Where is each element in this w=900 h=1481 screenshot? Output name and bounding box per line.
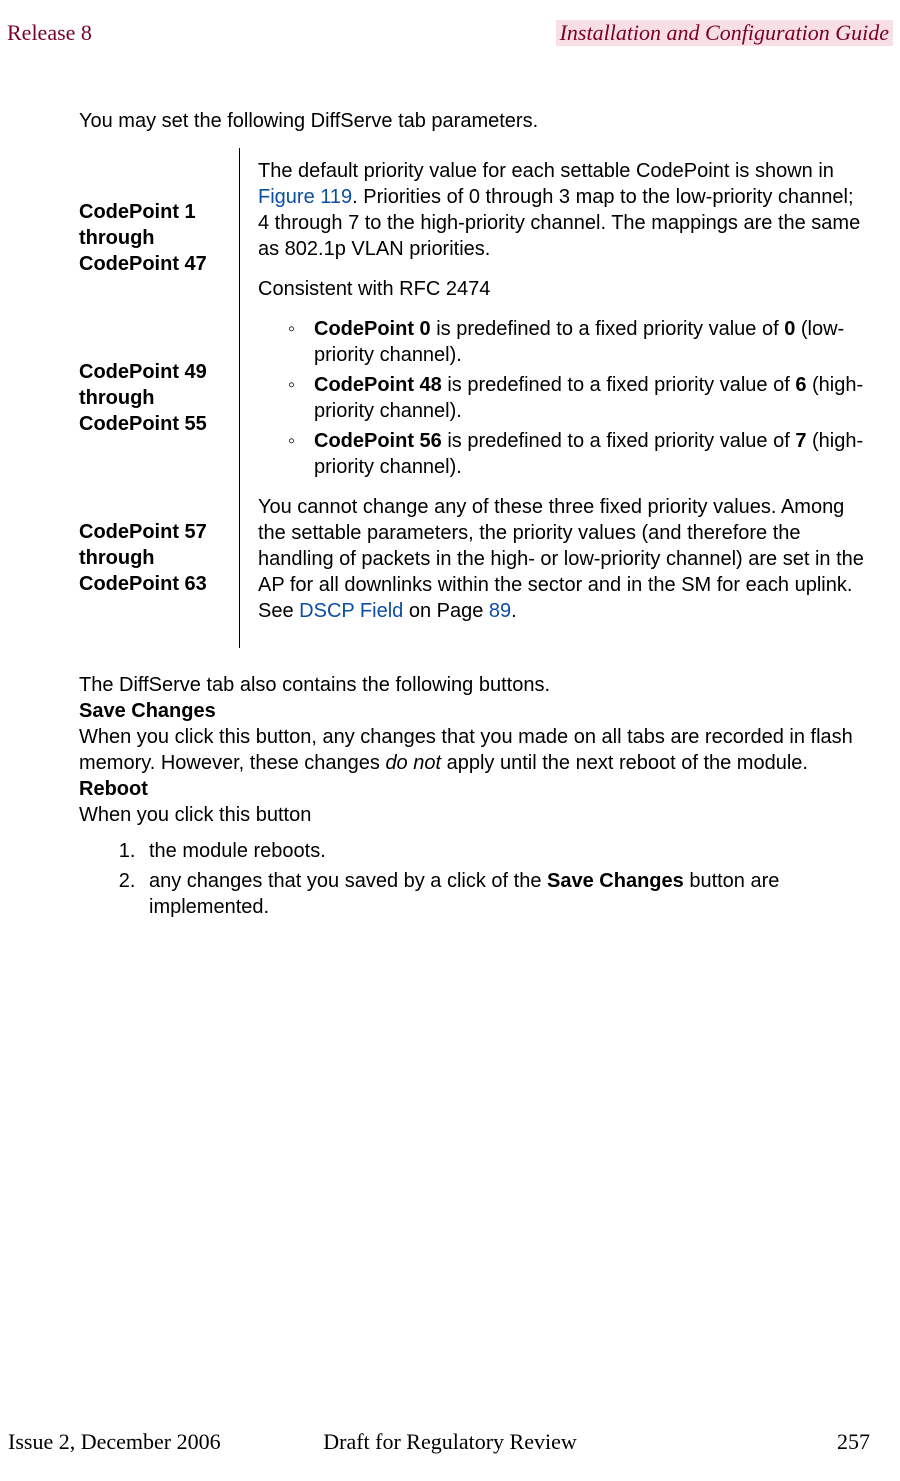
header-release: Release 8 (7, 20, 92, 46)
codepoint-range-3: CodePoint 57 through CodePoint 63 (79, 519, 231, 597)
footer-page-number: 257 (837, 1429, 870, 1455)
reboot-heading: Reboot (79, 776, 867, 802)
text: is predefined to a fixed priority value … (431, 318, 785, 340)
codepoint-value: 0 (784, 318, 795, 340)
header-guide-title: Installation and Configuration Guide (556, 20, 893, 46)
footer-draft-label: Draft for Regulatory Review (323, 1429, 577, 1455)
codepoint-desc-p3: You cannot change any of these three fix… (258, 494, 867, 624)
list-item: the module reboots. (141, 838, 867, 864)
page-footer: Issue 2, December 2006 Draft for Regulat… (0, 1429, 900, 1455)
text: is predefined to a fixed priority value … (442, 430, 796, 452)
page-link[interactable]: 89 (489, 600, 511, 622)
page-header: Release 8 Installation and Configuration… (0, 0, 900, 48)
text: any changes that you saved by a click of… (149, 870, 547, 892)
save-changes-heading: Save Changes (79, 698, 867, 724)
figure-link[interactable]: Figure 119 (258, 186, 352, 208)
buttons-intro: The DiffServe tab also contains the foll… (79, 672, 867, 698)
text: is predefined to a fixed priority value … (442, 374, 796, 396)
dscp-link[interactable]: DSCP Field (299, 600, 403, 622)
save-changes-body: When you click this button, any changes … (79, 724, 867, 776)
codepoint-name: CodePoint 0 (314, 318, 431, 340)
codepoint-labels-column: CodePoint 1 through CodePoint 47 CodePoi… (79, 148, 240, 648)
codepoint-desc-p1: The default priority value for each sett… (258, 158, 867, 262)
reboot-steps: the module reboots. any changes that you… (79, 838, 867, 920)
list-item: CodePoint 0 is predefined to a fixed pri… (288, 316, 867, 368)
intro-text: You may set the following DiffServe tab … (79, 108, 867, 134)
codepoint-range-2: CodePoint 49 through CodePoint 55 (79, 359, 231, 437)
button-name: Save Changes (547, 870, 684, 892)
list-item: CodePoint 56 is predefined to a fixed pr… (288, 428, 867, 480)
codepoint-name: CodePoint 56 (314, 430, 442, 452)
codepoint-value: 7 (795, 430, 806, 452)
text: apply until the next reboot of the modul… (441, 752, 808, 774)
codepoint-name: CodePoint 48 (314, 374, 442, 396)
reboot-lead: When you click this button (79, 802, 867, 828)
list-item: any changes that you saved by a click of… (141, 868, 867, 920)
codepoint-description-column: The default priority value for each sett… (240, 148, 867, 648)
codepoint-value: 6 (795, 374, 806, 396)
text: on Page (403, 600, 489, 622)
codepoint-table: CodePoint 1 through CodePoint 47 CodePoi… (79, 148, 867, 648)
codepoint-fixed-list: CodePoint 0 is predefined to a fixed pri… (258, 316, 867, 480)
codepoint-range-1: CodePoint 1 through CodePoint 47 (79, 199, 231, 277)
codepoint-desc-p2: Consistent with RFC 2474 (258, 276, 867, 302)
emphasis: do not (385, 752, 441, 774)
page-content: You may set the following DiffServe tab … (0, 48, 900, 920)
footer-issue: Issue 2, December 2006 (8, 1429, 221, 1455)
list-item: CodePoint 48 is predefined to a fixed pr… (288, 372, 867, 424)
text: The default priority value for each sett… (258, 160, 834, 182)
text: . (511, 600, 517, 622)
